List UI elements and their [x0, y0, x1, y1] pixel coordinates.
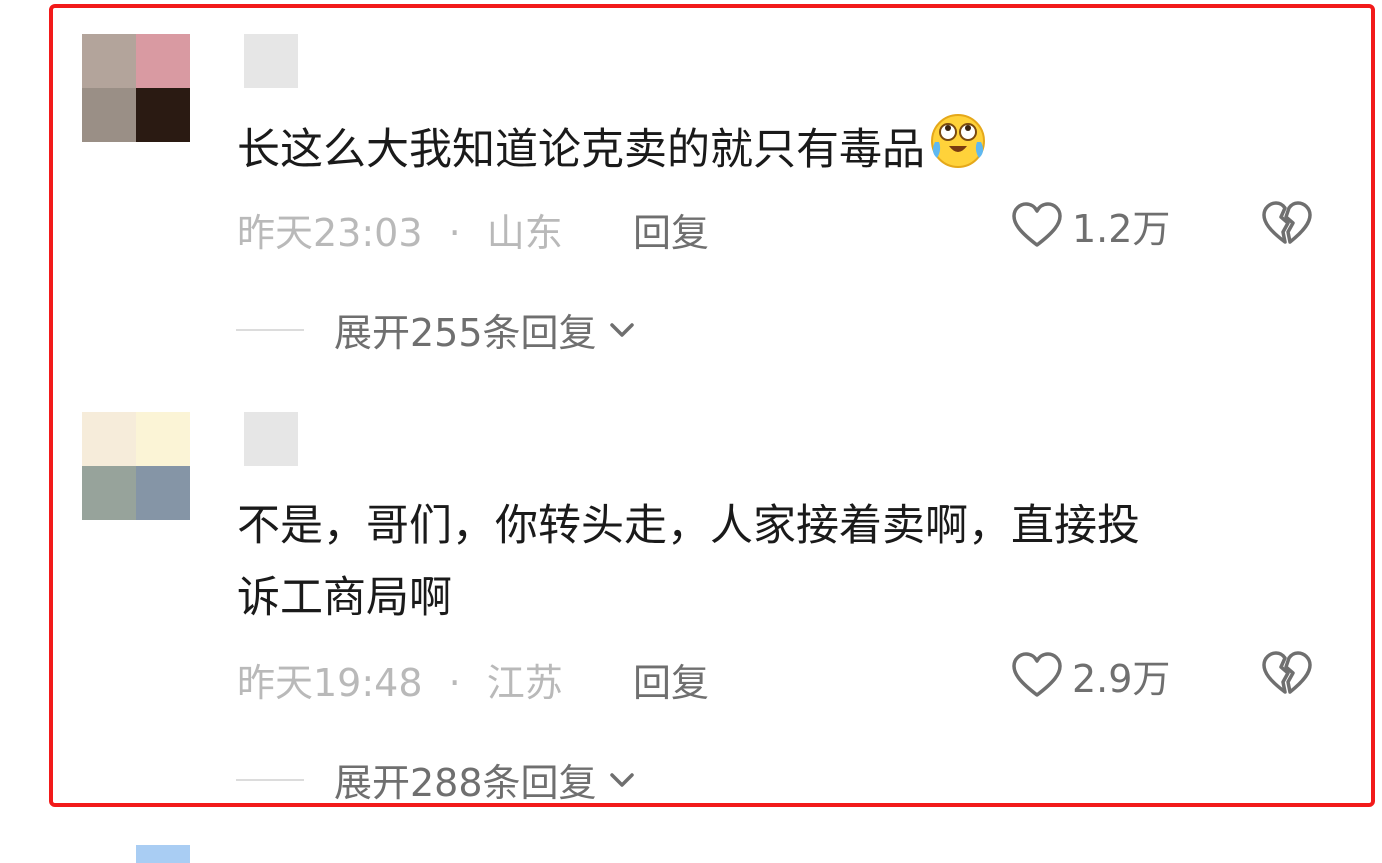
dislike-button[interactable] [1260, 198, 1314, 256]
avatar-tile [136, 34, 190, 88]
broken-heart-icon [1262, 201, 1312, 244]
chevron-down-icon [609, 322, 634, 337]
username-placeholder[interactable] [244, 34, 298, 88]
like-button[interactable]: 1.2万 [1010, 198, 1170, 253]
next-comment-avatar[interactable] [136, 845, 190, 863]
avatar-tile [136, 412, 190, 466]
like-button[interactable]: 2.9万 [1010, 648, 1170, 703]
like-count: 2.9万 [1072, 657, 1171, 701]
avatar[interactable] [82, 412, 190, 520]
comment-list: 长这么大我知道论克卖的就只有毒品 昨天23:03 · 山东 回复 1.2万 展开… [0, 0, 1382, 863]
comment-meta: 昨天19:48 · 江苏 [237, 652, 563, 707]
comment-location: 山东 [486, 211, 563, 255]
avatar-tile [82, 412, 136, 466]
avatar-tile [136, 88, 190, 142]
heart-outline-icon [1012, 651, 1062, 697]
avatar-tile [82, 466, 136, 520]
comment-meta: 昨天23:03 · 山东 [237, 202, 563, 257]
avatar-tile [82, 88, 136, 142]
dislike-button[interactable] [1260, 648, 1314, 706]
divider-line [236, 328, 304, 331]
avatar-tile [136, 466, 190, 520]
avatar[interactable] [82, 34, 190, 142]
divider-line [236, 778, 304, 781]
crying-laughing-emoji-icon [931, 114, 985, 168]
username-placeholder[interactable] [244, 412, 298, 466]
expand-replies-label: 展开255条回复 [334, 311, 597, 355]
comment-time: 昨天23:03 [237, 211, 423, 255]
like-count: 1.2万 [1072, 207, 1171, 251]
expand-replies-label: 展开288条回复 [334, 761, 597, 805]
reply-button[interactable]: 回复 [633, 202, 709, 257]
comment-location: 江苏 [486, 661, 563, 705]
comment-text: 不是，哥们，你转头走，人家接着卖啊，直接投 诉工商局啊 [237, 501, 1140, 623]
avatar-tile [82, 34, 136, 88]
meta-separator: · [448, 211, 461, 255]
chevron-down-icon [609, 772, 634, 787]
reply-button[interactable]: 回复 [633, 652, 709, 707]
heart-outline-icon [1012, 201, 1062, 247]
broken-heart-icon [1262, 651, 1312, 694]
comment-body: 长这么大我知道论克卖的就只有毒品 [237, 125, 925, 175]
comment-time: 昨天19:48 [237, 661, 423, 705]
comment-text: 长这么大我知道论克卖的就只有毒品 [237, 108, 1337, 186]
expand-replies-button[interactable]: 展开255条回复 [236, 302, 639, 357]
expand-replies-button[interactable]: 展开288条回复 [236, 752, 639, 807]
meta-separator: · [448, 661, 461, 705]
